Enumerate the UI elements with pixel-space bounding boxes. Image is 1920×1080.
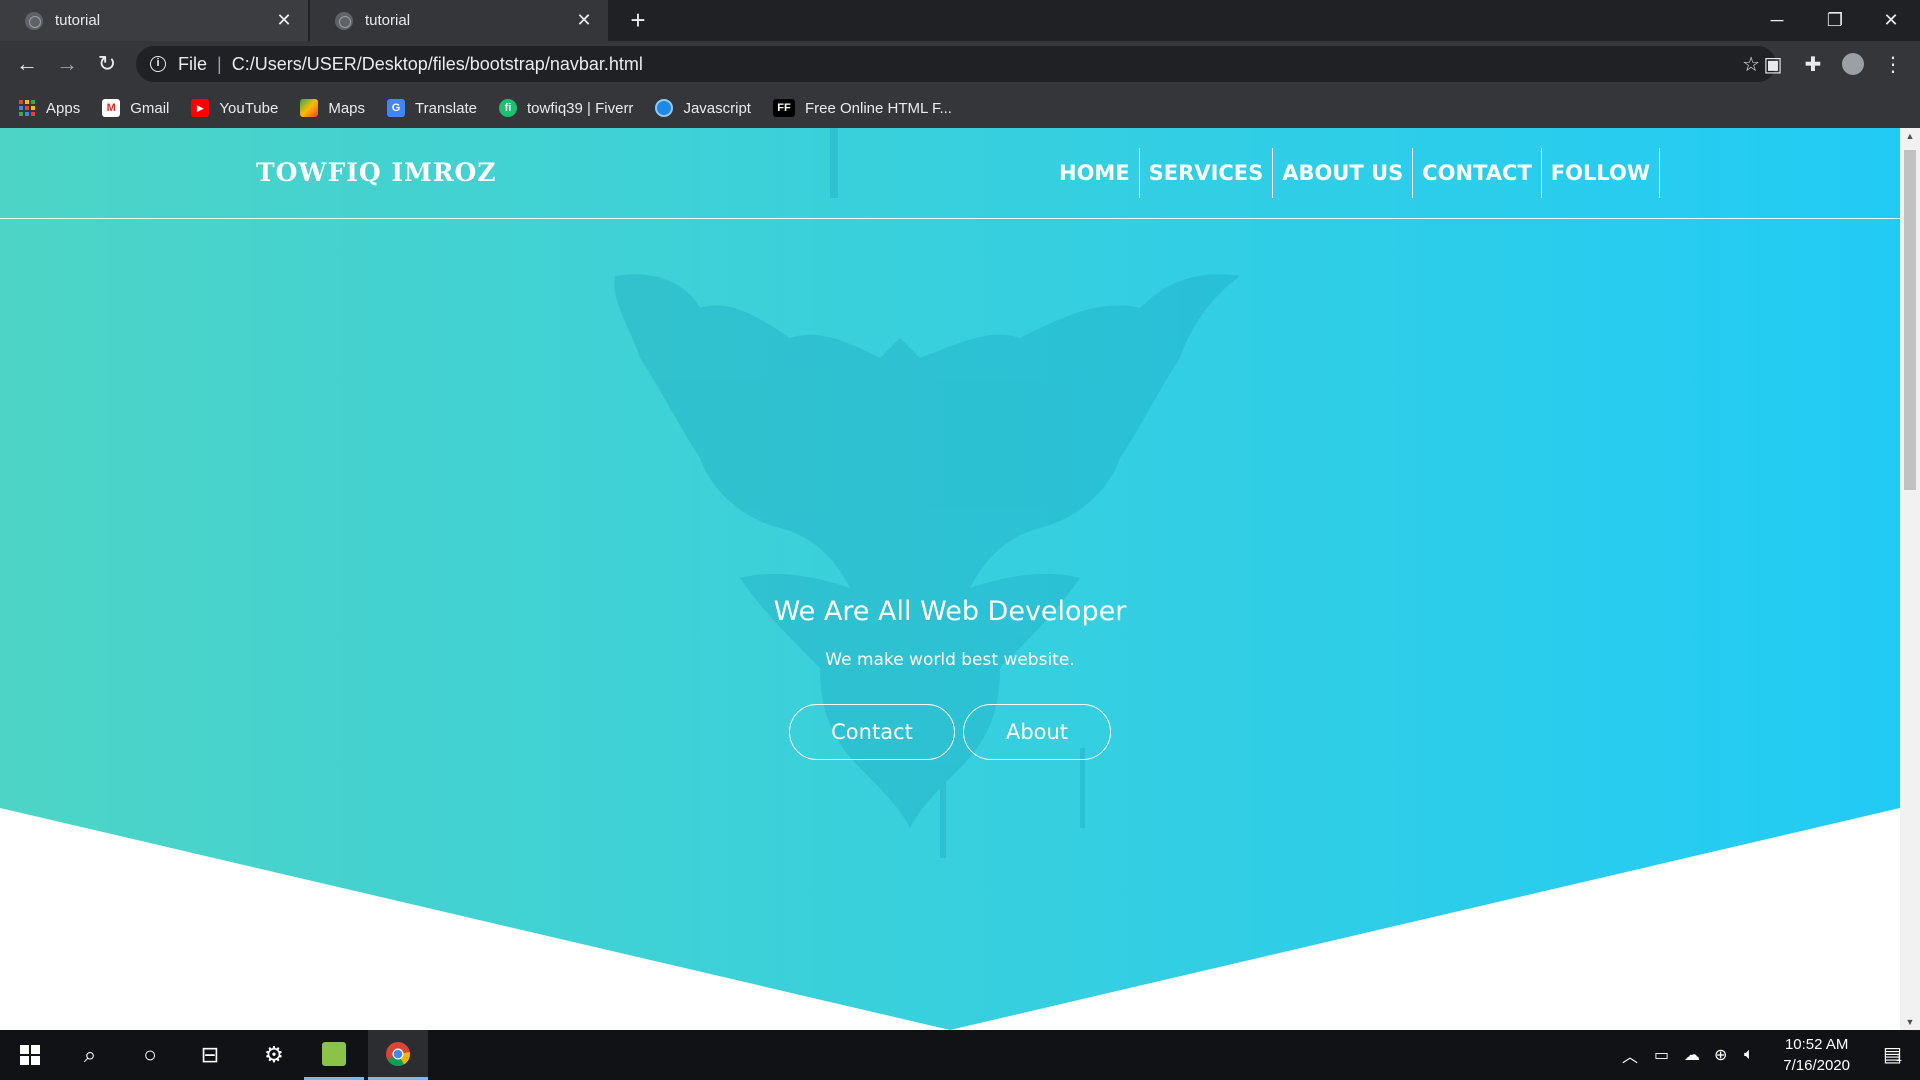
youtube-icon: ▶ (191, 99, 210, 117)
profile-avatar[interactable] (1842, 53, 1864, 75)
address-scheme: File (178, 53, 208, 74)
extension-icon[interactable]: ▣ (1762, 53, 1784, 76)
address-separator: | (217, 53, 222, 74)
battery-icon[interactable]: ▭ (1654, 1030, 1669, 1080)
minimize-button[interactable]: ─ (1748, 0, 1806, 41)
reload-icon[interactable]: ↻ (90, 47, 124, 81)
nav-item-services[interactable]: SERVICES (1140, 148, 1274, 198)
brand-logo-text[interactable]: TOWFIQ IMROZ (256, 158, 497, 187)
javascript-icon (655, 99, 674, 117)
nav-item-contact[interactable]: CONTACT (1413, 148, 1542, 198)
apps-grid-icon (18, 99, 36, 117)
browser-tab-2[interactable]: tutorial ✕ (310, 0, 608, 41)
notification-count: 1 (1895, 1052, 1902, 1064)
language-globe-icon[interactable]: ⊕ (1714, 1030, 1727, 1080)
windows-start-icon[interactable] (0, 1030, 60, 1080)
hero-buttons: Contact About (0, 704, 1900, 760)
contact-button[interactable]: Contact (789, 704, 955, 760)
settings-gear-icon[interactable]: ⚙ (244, 1030, 304, 1080)
browser-toolbar: ← → ↻ i File | C:/Users/USER/Desktop/fil… (0, 41, 1920, 88)
tab-title: tutorial (55, 12, 101, 29)
task-view-icon[interactable]: ⊟ (180, 1030, 240, 1080)
notepadpp-icon[interactable] (304, 1030, 364, 1080)
about-button[interactable]: About (963, 704, 1111, 760)
clock-date: 7/16/2020 (1783, 1057, 1850, 1074)
scroll-up-icon[interactable]: ▲ (1900, 128, 1920, 144)
bookmark-fiverr[interactable]: fi towfiq39 | Fiverr (499, 99, 633, 117)
fiverr-icon: fi (499, 99, 517, 117)
maps-icon (300, 99, 319, 117)
bookmark-translate[interactable]: G Translate (387, 99, 477, 117)
bookmark-youtube[interactable]: ▶ YouTube (191, 99, 278, 117)
nav-item-follow[interactable]: FOLLOW (1542, 148, 1661, 198)
restore-button[interactable]: ❐ (1806, 0, 1864, 41)
scroll-down-icon[interactable]: ▼ (1900, 1014, 1920, 1030)
bookmark-label: Free Online HTML F... (804, 99, 952, 117)
translate-icon: G (387, 99, 406, 117)
bookmark-star-icon[interactable]: ☆ (1742, 52, 1760, 77)
nav-menu: HOME SERVICES ABOUT US CONTACT FOLLOW (1050, 148, 1661, 198)
close-window-button[interactable]: ✕ (1862, 0, 1920, 41)
bookmark-gmail[interactable]: M Gmail (102, 99, 169, 117)
puzzle-extensions-icon[interactable]: ✚ (1802, 53, 1824, 76)
windows-taskbar: ⌕ ○ ⊟ ⚙ ︿ ▭ ☁ ⊕ 🔈︎ 10:52 AM 7/16/2020 ▤1 (0, 1030, 1920, 1080)
tray-chevron-icon[interactable]: ︿ (1622, 1030, 1638, 1080)
bookmark-javascript[interactable]: Javascript (655, 99, 751, 117)
globe-icon (25, 11, 43, 30)
forward-arrow-icon[interactable]: → (50, 47, 84, 81)
site-navbar: TOWFIQ IMROZ HOME SERVICES ABOUT US CONT… (0, 128, 1900, 219)
close-tab-icon[interactable]: ✕ (574, 10, 594, 31)
bookmark-label: Apps (46, 99, 81, 117)
ff-icon: FF (772, 99, 795, 117)
bookmark-label: Gmail (130, 99, 170, 117)
page-viewport: TOWFIQ IMROZ HOME SERVICES ABOUT US CONT… (0, 128, 1900, 1030)
page-scrollbar[interactable]: ▲ ▼ (1900, 128, 1920, 1030)
bookmark-label: towfiq39 | Fiverr (527, 99, 634, 117)
hero-section: TOWFIQ IMROZ HOME SERVICES ABOUT US CONT… (0, 128, 1900, 1030)
network-warning-icon[interactable]: ☁ (1684, 1030, 1700, 1080)
close-tab-icon[interactable]: ✕ (274, 10, 294, 31)
cortana-circle-icon[interactable]: ○ (120, 1030, 180, 1080)
bookmark-free-online-html[interactable]: FF Free Online HTML F... (772, 99, 952, 117)
address-url[interactable]: C:/Users/USER/Desktop/files/bootstrap/na… (232, 54, 643, 75)
bookmark-label: YouTube (219, 99, 279, 117)
chrome-icon[interactable] (368, 1030, 428, 1080)
bookmark-maps[interactable]: Maps (300, 99, 365, 117)
new-tab-button[interactable]: + (624, 6, 652, 34)
scrollbar-thumb[interactable] (1904, 150, 1916, 490)
hero-subtitle: We make world best website. (825, 650, 1075, 670)
search-icon[interactable]: ⌕ (60, 1030, 120, 1080)
globe-icon (335, 11, 353, 30)
info-icon[interactable]: i (150, 56, 166, 72)
bookmark-label: Maps (328, 99, 366, 117)
back-arrow-icon[interactable]: ← (10, 47, 44, 81)
bookmarks-bar: Apps M Gmail ▶ YouTube Maps G Translate … (0, 88, 1920, 128)
clock-time: 10:52 AM (1784, 1036, 1849, 1053)
menu-kebab-icon[interactable]: ⋮ (1882, 53, 1904, 76)
notification-center-icon[interactable]: ▤1 (1883, 1042, 1902, 1067)
nav-item-about-us[interactable]: ABOUT US (1273, 148, 1414, 198)
tab-strip: tutorial ✕ tutorial ✕ + ─ ❐ ✕ (0, 0, 1920, 41)
nav-item-home[interactable]: HOME (1050, 148, 1140, 198)
address-bar[interactable]: i File | C:/Users/USER/Desktop/files/boo… (136, 46, 1776, 82)
tab-title: tutorial (365, 12, 411, 29)
system-clock[interactable]: 10:52 AM 7/16/2020 (1783, 1034, 1850, 1076)
hero-title: We Are All Web Developer (773, 596, 1127, 627)
hero-background (0, 128, 1900, 1030)
bookmark-apps[interactable]: Apps (18, 99, 80, 117)
browser-tab-1[interactable]: tutorial ✕ (0, 0, 308, 41)
gmail-icon: M (102, 99, 121, 117)
bookmark-label: Javascript (683, 99, 751, 117)
bookmark-label: Translate (415, 99, 477, 117)
volume-icon[interactable]: 🔈︎ (1744, 1030, 1754, 1080)
